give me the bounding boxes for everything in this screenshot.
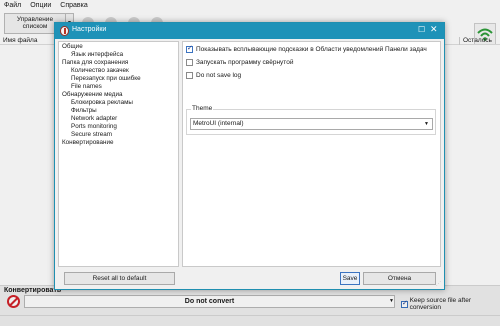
app-logo-icon bbox=[60, 26, 69, 36]
tree-item-media-detection[interactable]: Обнаружение медиа bbox=[62, 91, 122, 99]
tree-item-save-folder[interactable]: Папка для сохранения bbox=[62, 59, 128, 67]
settings-dialog: Настройки ☐ ✕ Общие Язык интерфейса Папк… bbox=[54, 22, 445, 290]
maximize-icon[interactable]: ☐ bbox=[418, 25, 425, 34]
dialog-title: Настройки bbox=[72, 26, 107, 33]
settings-content: Показывать всплывающие подсказки в Облас… bbox=[182, 41, 441, 267]
resize-grip-icon[interactable]: ⋰ bbox=[436, 281, 443, 288]
no-log-label: Do not save log bbox=[196, 72, 242, 79]
tree-item-network-adapter[interactable]: Network adapter bbox=[71, 115, 117, 123]
dialog-title-bar[interactable]: Настройки ☐ ✕ bbox=[55, 23, 444, 39]
tree-item-language[interactable]: Язык интерфейса bbox=[71, 51, 123, 59]
show-tips-checkbox[interactable]: Показывать всплывающие подсказки в Облас… bbox=[186, 44, 427, 53]
tree-item-restart-on-error[interactable]: Перезапуск при ошибке bbox=[71, 75, 141, 83]
start-minimized-label: Запускать программу свёрнутой bbox=[196, 59, 294, 66]
cancel-button[interactable]: Отмена bbox=[363, 272, 436, 285]
save-button[interactable]: Save bbox=[340, 272, 360, 285]
settings-tree: Общие Язык интерфейса Папка для сохранен… bbox=[58, 41, 179, 267]
chevron-down-icon[interactable]: ▼ bbox=[424, 119, 429, 129]
tree-item-ad-blocking[interactable]: Блокировка рекламы bbox=[71, 99, 133, 107]
close-icon[interactable]: ✕ bbox=[430, 24, 438, 35]
tree-item-download-count[interactable]: Количество закачек bbox=[71, 67, 129, 75]
theme-group: Theme MetroUI (internal) ▼ bbox=[186, 105, 436, 135]
tree-item-filters[interactable]: Фильтры bbox=[71, 107, 97, 115]
reset-defaults-button[interactable]: Reset all to default bbox=[64, 272, 175, 285]
start-minimized-checkbox[interactable]: Запускать программу свёрнутой bbox=[186, 59, 293, 66]
no-log-checkbox[interactable]: Do not save log bbox=[186, 72, 241, 79]
theme-value: MetroUI (internal) bbox=[193, 120, 244, 127]
tree-item-ports-monitoring[interactable]: Ports monitoring bbox=[71, 123, 117, 131]
tree-item-secure-stream[interactable]: Secure stream bbox=[71, 131, 112, 139]
theme-label: Theme bbox=[191, 105, 214, 112]
start-minimized-box[interactable] bbox=[186, 59, 193, 66]
no-log-box[interactable] bbox=[186, 72, 193, 79]
tree-item-general[interactable]: Общие bbox=[62, 43, 83, 51]
show-tips-label: Показывать всплывающие подсказки в Облас… bbox=[196, 46, 427, 53]
show-tips-check-icon[interactable] bbox=[186, 44, 193, 53]
tree-item-file-names[interactable]: File names bbox=[71, 83, 102, 91]
theme-select[interactable]: MetroUI (internal) ▼ bbox=[190, 118, 433, 130]
tree-item-conversion[interactable]: Конвертирование bbox=[62, 139, 113, 147]
